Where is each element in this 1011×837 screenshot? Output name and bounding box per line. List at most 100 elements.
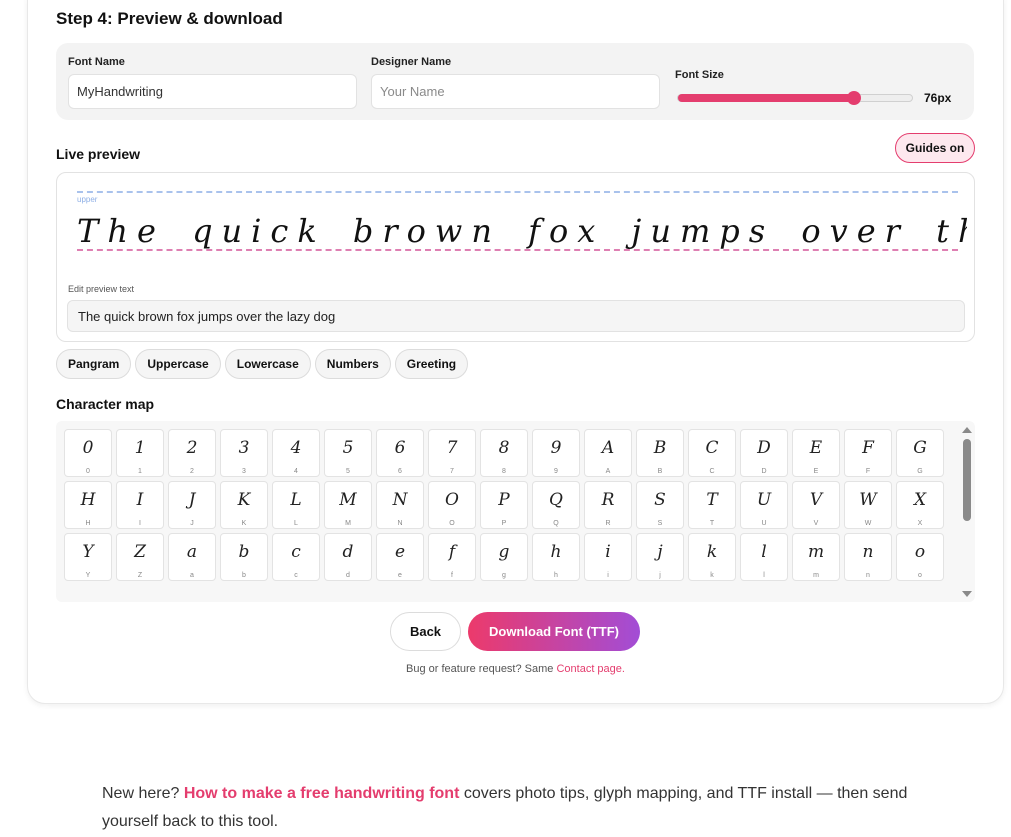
glyph-cell[interactable]: 55 xyxy=(324,429,372,477)
glyph-preview: 9 xyxy=(550,438,562,458)
glyph-preview: 2 xyxy=(186,438,198,458)
glyph-cell[interactable]: 88 xyxy=(480,429,528,477)
glyph-key-label: 4 xyxy=(294,468,298,475)
glyph-key-label: 2 xyxy=(190,468,194,475)
glyph-key-label: m xyxy=(813,572,819,579)
glyph-cell[interactable]: SS xyxy=(636,481,684,529)
glyph-cell[interactable]: bb xyxy=(220,533,268,581)
glyph-cell[interactable]: ee xyxy=(376,533,424,581)
glyph-cell[interactable]: FF xyxy=(844,429,892,477)
glyph-cell[interactable]: II xyxy=(116,481,164,529)
glyph-cell[interactable]: BB xyxy=(636,429,684,477)
glyph-key-label: I xyxy=(139,520,141,527)
glyph-cell[interactable]: KK xyxy=(220,481,268,529)
glyph-cell[interactable]: TT xyxy=(688,481,736,529)
glyph-cell[interactable]: 44 xyxy=(272,429,320,477)
glyph-cell[interactable]: 99 xyxy=(532,429,580,477)
download-font-button[interactable]: Download Font (TTF) xyxy=(468,612,640,651)
glyph-preview: W xyxy=(859,490,877,510)
glyph-key-label: T xyxy=(709,520,715,527)
glyph-key-label: M xyxy=(345,520,351,527)
glyph-cell[interactable]: jj xyxy=(636,533,684,581)
scrollbar-thumb[interactable] xyxy=(963,439,971,521)
preset-greeting-chip[interactable]: Greeting xyxy=(394,349,469,379)
glyph-preview: 3 xyxy=(238,438,250,458)
font-size-slider-fill xyxy=(678,94,854,102)
glyph-cell[interactable]: UU xyxy=(740,481,788,529)
glyph-cell[interactable]: nn xyxy=(844,533,892,581)
font-size-slider[interactable] xyxy=(677,91,913,105)
edit-preview-input[interactable] xyxy=(67,300,965,332)
glyph-cell[interactable]: VV xyxy=(792,481,840,529)
glyph-cell[interactable]: HH xyxy=(64,481,112,529)
preview-sample-text: The quick brown fox jumps over the lazy … xyxy=(77,212,967,250)
glyph-cell[interactable]: ff xyxy=(428,533,476,581)
glyph-cell[interactable]: JJ xyxy=(168,481,216,529)
glyph-preview: B xyxy=(653,438,667,458)
glyph-cell[interactable]: WW xyxy=(844,481,892,529)
glyph-preview: N xyxy=(392,490,408,510)
glyph-cell[interactable]: AA xyxy=(584,429,632,477)
glyph-key-label: Q xyxy=(553,520,559,527)
glyph-cell[interactable]: 22 xyxy=(168,429,216,477)
scroll-down-arrow-icon[interactable] xyxy=(962,591,972,597)
glyph-cell[interactable]: ii xyxy=(584,533,632,581)
glyph-cell[interactable]: 00 xyxy=(64,429,112,477)
glyph-cell[interactable]: dd xyxy=(324,533,372,581)
guides-toggle-button[interactable]: Guides on xyxy=(895,133,975,163)
glyph-cell[interactable]: MM xyxy=(324,481,372,529)
glyph-cell[interactable]: oo xyxy=(896,533,944,581)
glyph-key-label: K xyxy=(241,520,247,527)
preset-pangram-chip[interactable]: Pangram xyxy=(56,349,132,379)
glyph-cell[interactable]: EE xyxy=(792,429,840,477)
glyph-cell[interactable]: QQ xyxy=(532,481,580,529)
glyph-cell[interactable]: ZZ xyxy=(116,533,164,581)
glyph-cell[interactable]: YY xyxy=(64,533,112,581)
scroll-up-arrow-icon[interactable] xyxy=(962,427,972,433)
glyph-cell[interactable]: RR xyxy=(584,481,632,529)
glyph-preview: U xyxy=(756,490,772,510)
handwriting-guide-link[interactable]: How to make a free handwriting font xyxy=(184,785,460,802)
preset-chip-row: Pangram Uppercase Lowercase Numbers Gree… xyxy=(56,349,469,379)
font-size-slider-thumb[interactable] xyxy=(846,91,861,105)
glyph-key-label: 6 xyxy=(398,468,402,475)
glyph-cell[interactable]: aa xyxy=(168,533,216,581)
glyph-cell[interactable]: OO xyxy=(428,481,476,529)
back-button[interactable]: Back xyxy=(390,612,461,651)
font-name-input[interactable] xyxy=(68,74,357,109)
glyph-preview: i xyxy=(605,542,611,562)
glyph-preview: 6 xyxy=(394,438,406,458)
glyph-key-label: j xyxy=(659,572,661,579)
glyph-cell[interactable]: CC xyxy=(688,429,736,477)
glyph-cell[interactable]: mm xyxy=(792,533,840,581)
glyph-preview: H xyxy=(80,490,96,510)
glyph-cell[interactable]: 33 xyxy=(220,429,268,477)
glyph-cell[interactable]: cc xyxy=(272,533,320,581)
glyph-cell[interactable]: NN xyxy=(376,481,424,529)
character-grid: 00112233445566778899AABBCCDDEEFFGGHHIIJJ… xyxy=(64,429,944,581)
glyph-preview: V xyxy=(809,490,823,510)
glyph-cell[interactable]: XX xyxy=(896,481,944,529)
glyph-cell[interactable]: hh xyxy=(532,533,580,581)
preset-uppercase-chip[interactable]: Uppercase xyxy=(135,349,221,379)
glyph-cell[interactable]: GG xyxy=(896,429,944,477)
contact-page-link[interactable]: Contact page. xyxy=(556,663,625,675)
glyph-cell[interactable]: DD xyxy=(740,429,788,477)
glyph-preview: J xyxy=(188,490,196,510)
glyph-cell[interactable]: 11 xyxy=(116,429,164,477)
glyph-preview: D xyxy=(757,438,771,458)
glyph-cell[interactable]: 77 xyxy=(428,429,476,477)
glyph-cell[interactable]: PP xyxy=(480,481,528,529)
glyph-key-label: D xyxy=(761,468,767,475)
preset-lowercase-chip[interactable]: Lowercase xyxy=(224,349,311,379)
character-map-scrollbar[interactable] xyxy=(959,427,975,597)
glyph-cell[interactable]: ll xyxy=(740,533,788,581)
glyph-cell[interactable]: kk xyxy=(688,533,736,581)
glyph-preview: C xyxy=(705,438,719,458)
glyph-key-label: a xyxy=(190,572,194,579)
preset-numbers-chip[interactable]: Numbers xyxy=(314,349,391,379)
glyph-cell[interactable]: LL xyxy=(272,481,320,529)
glyph-cell[interactable]: 66 xyxy=(376,429,424,477)
designer-name-input[interactable] xyxy=(371,74,660,109)
glyph-cell[interactable]: gg xyxy=(480,533,528,581)
